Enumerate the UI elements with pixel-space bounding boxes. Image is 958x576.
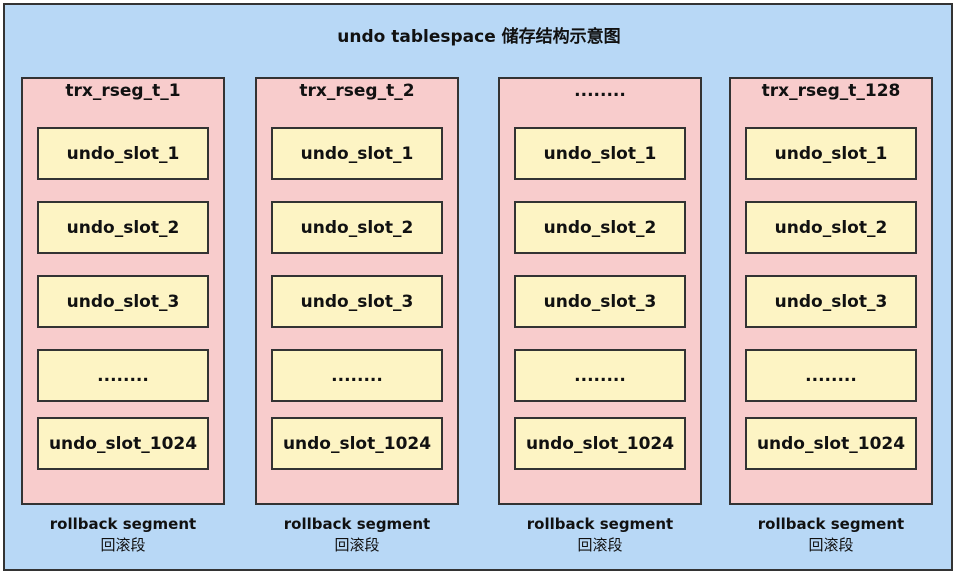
undo-slot: undo_slot_3 xyxy=(745,275,917,328)
segment-name: trx_rseg_t_128 xyxy=(761,81,901,101)
segment-caption: rollback segment 回滚段 xyxy=(729,514,933,556)
segment-name: trx_rseg_t_1 xyxy=(65,81,181,101)
undo-slot: undo_slot_3 xyxy=(271,275,443,328)
segment-name: ........ xyxy=(574,81,626,101)
caption-en: rollback segment xyxy=(526,515,674,533)
undo-slot: undo_slot_3 xyxy=(37,275,209,328)
undo-slot: undo_slot_1024 xyxy=(514,417,686,470)
segment-caption: rollback segment 回滚段 xyxy=(498,514,702,556)
undo-slot: undo_slot_1 xyxy=(745,127,917,180)
undo-slot: undo_slot_1 xyxy=(271,127,443,180)
caption-cn: 回滚段 xyxy=(100,536,146,554)
rollback-segment-box: trx_rseg_t_128 undo_slot_1 undo_slot_2 u… xyxy=(729,77,933,505)
caption-cn: 回滚段 xyxy=(577,536,623,554)
rollback-segment-box: trx_rseg_t_2 undo_slot_1 undo_slot_2 und… xyxy=(255,77,459,505)
rollback-segment-box: ........ undo_slot_1 undo_slot_2 undo_sl… xyxy=(498,77,702,505)
undo-slot: undo_slot_2 xyxy=(271,201,443,254)
undo-slot: undo_slot_1024 xyxy=(745,417,917,470)
undo-slot: undo_slot_1024 xyxy=(271,417,443,470)
undo-slot-ellipsis: ........ xyxy=(745,349,917,402)
undo-slot: undo_slot_1 xyxy=(514,127,686,180)
caption-en: rollback segment xyxy=(283,515,431,533)
caption-en: rollback segment xyxy=(49,515,197,533)
rollback-segment-box: trx_rseg_t_1 undo_slot_1 undo_slot_2 und… xyxy=(21,77,225,505)
undo-slot: undo_slot_2 xyxy=(745,201,917,254)
undo-slot: undo_slot_2 xyxy=(514,201,686,254)
undo-slot-ellipsis: ........ xyxy=(514,349,686,402)
undo-slot: undo_slot_1024 xyxy=(37,417,209,470)
segment-name: trx_rseg_t_2 xyxy=(299,81,415,101)
diagram-canvas: undo tablespace 储存结构示意图 trx_rseg_t_1 und… xyxy=(0,0,958,576)
caption-cn: 回滚段 xyxy=(334,536,380,554)
undo-slot: undo_slot_1 xyxy=(37,127,209,180)
caption-en: rollback segment xyxy=(757,515,905,533)
undo-slot-ellipsis: ........ xyxy=(37,349,209,402)
undo-slot-ellipsis: ........ xyxy=(271,349,443,402)
undo-slot: undo_slot_3 xyxy=(514,275,686,328)
segment-caption: rollback segment 回滚段 xyxy=(21,514,225,556)
undo-slot: undo_slot_2 xyxy=(37,201,209,254)
caption-cn: 回滚段 xyxy=(808,536,854,554)
segment-caption: rollback segment 回滚段 xyxy=(255,514,459,556)
diagram-title: undo tablespace 储存结构示意图 xyxy=(337,27,621,47)
